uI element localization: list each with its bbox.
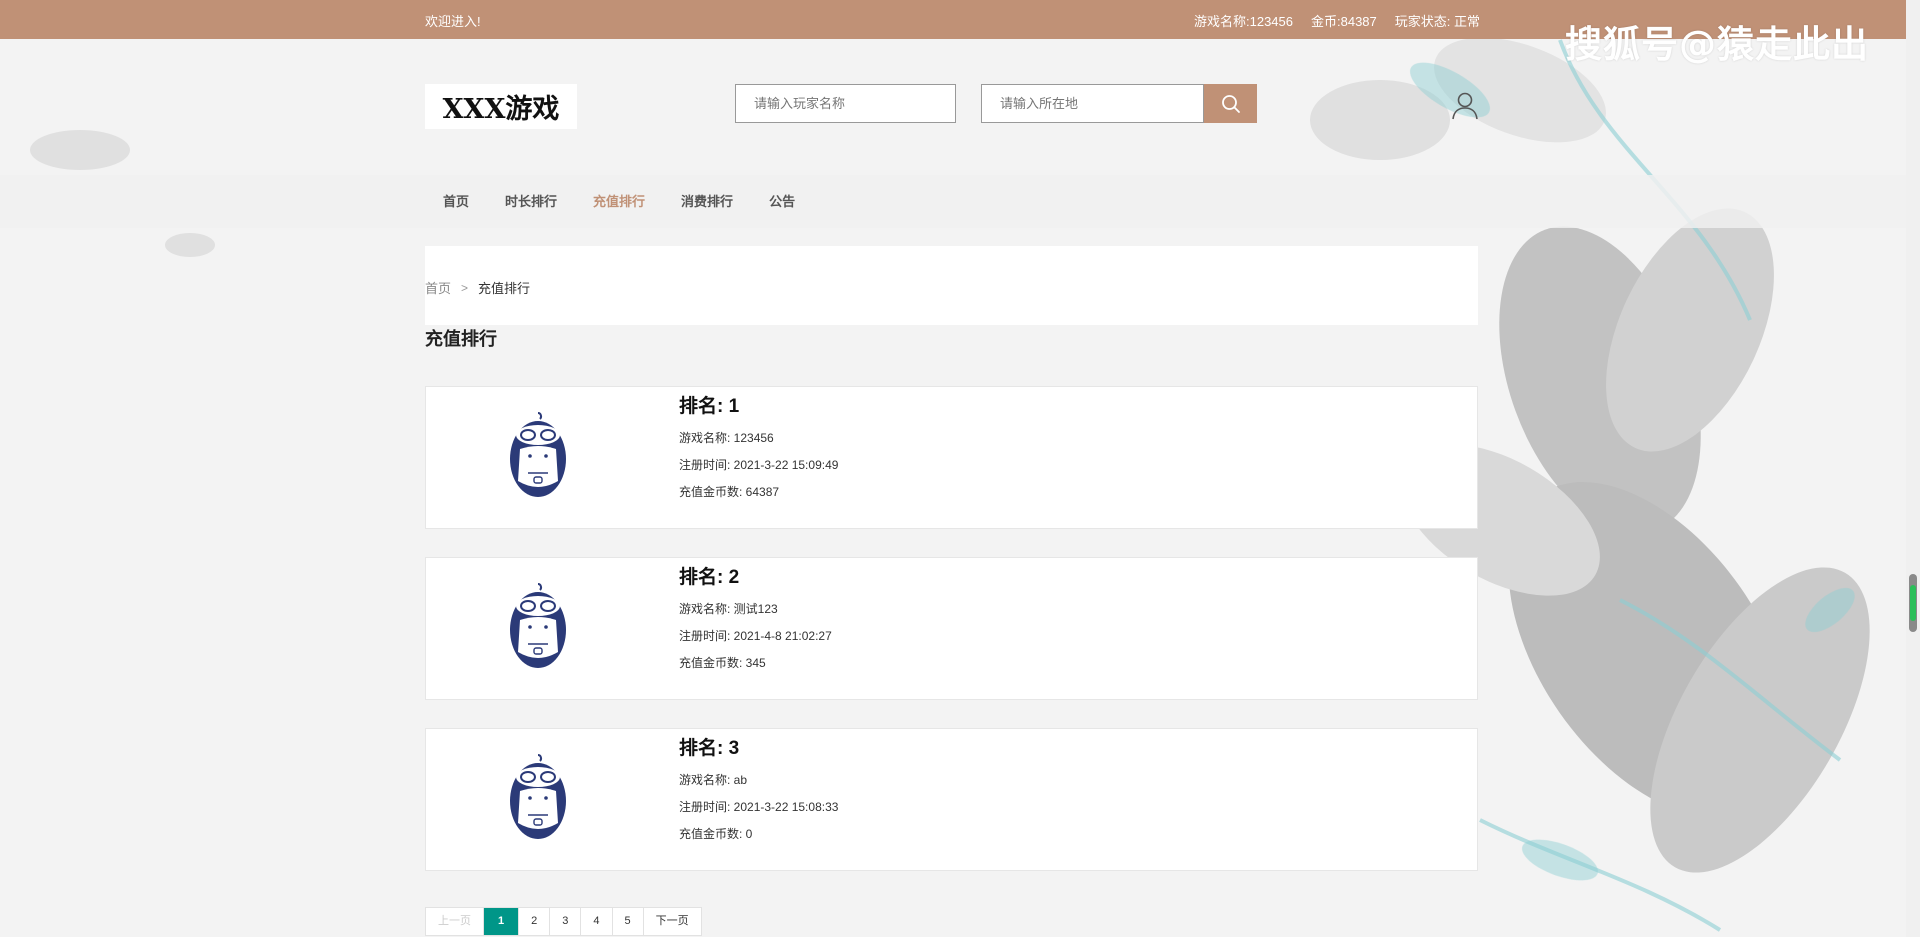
page-button-1[interactable]: 1 — [484, 908, 520, 935]
recharge-coins: 充值金币数: 345 — [679, 656, 766, 670]
prev-page-button[interactable]: 上一页 — [426, 908, 484, 935]
player-card[interactable]: 排名: 3 游戏名称: ab 注册时间: 2021-3-22 15:08:33 … — [425, 728, 1478, 871]
page-button-3[interactable]: 3 — [550, 908, 582, 935]
monkey-avatar-icon — [510, 583, 566, 668]
game-name: 游戏名称: ab — [679, 773, 748, 787]
page-button-2[interactable]: 2 — [519, 908, 551, 935]
nav-home[interactable]: 首页 — [425, 175, 487, 228]
game-name-text: 游戏名称:123456 — [1194, 14, 1293, 29]
register-time: 注册时间: 2021-3-22 15:09:49 — [679, 458, 839, 472]
main-nav: 首页 时长排行 充值排行 消费排行 公告 — [0, 175, 1920, 228]
page-title: 充值排行 — [425, 329, 497, 349]
nav-recharge-ranking[interactable]: 充值排行 — [575, 175, 663, 228]
register-time: 注册时间: 2021-4-8 21:02:27 — [679, 629, 832, 643]
monkey-avatar-icon — [510, 754, 566, 839]
register-time: 注册时间: 2021-3-22 15:08:33 — [679, 800, 839, 814]
breadcrumb: 首页 > 充值排行 — [425, 246, 1478, 325]
pagination: 上一页 1 2 3 4 5 下一页 — [425, 907, 702, 936]
scrollbar-indicator — [1910, 585, 1916, 621]
welcome-text: 欢迎进入! — [425, 14, 481, 29]
breadcrumb-separator: > — [461, 280, 469, 295]
player-card[interactable]: 排名: 2 游戏名称: 测试123 注册时间: 2021-4-8 21:02:2… — [425, 557, 1478, 700]
player-card[interactable]: 排名: 1 游戏名称: 123456 注册时间: 2021-3-22 15:09… — [425, 386, 1478, 529]
breadcrumb-current: 充值排行 — [478, 281, 531, 296]
rank-label: 排名: 2 — [679, 567, 740, 588]
player-status-text: 玩家状态: 正常 — [1394, 14, 1480, 29]
location-search-input[interactable] — [981, 84, 1204, 123]
search-icon — [1221, 94, 1240, 113]
rank-label: 排名: 1 — [679, 396, 740, 417]
page-button-4[interactable]: 4 — [581, 908, 613, 935]
site-logo[interactable]: XXX游戏 — [425, 84, 577, 129]
recharge-coins: 充值金币数: 64387 — [679, 485, 780, 499]
monkey-avatar-icon — [510, 412, 566, 497]
nav-announcement[interactable]: 公告 — [751, 175, 813, 228]
player-name-search-input[interactable] — [735, 84, 956, 123]
vertical-scrollbar[interactable] — [1906, 0, 1920, 937]
next-page-button[interactable]: 下一页 — [644, 908, 701, 935]
watermark: 搜狐号@猿走此出 — [1565, 23, 1869, 66]
coins-text: 金币:84387 — [1311, 14, 1377, 29]
search-button[interactable] — [1204, 84, 1257, 123]
nav-consumption-ranking[interactable]: 消费排行 — [663, 175, 751, 228]
game-name: 游戏名称: 123456 — [679, 431, 774, 445]
user-icon[interactable] — [1450, 91, 1480, 121]
recharge-coins: 充值金币数: 0 — [679, 827, 753, 841]
nav-duration-ranking[interactable]: 时长排行 — [487, 175, 575, 228]
page-button-5[interactable]: 5 — [613, 908, 644, 935]
rank-label: 排名: 3 — [679, 738, 740, 759]
breadcrumb-home-link[interactable]: 首页 — [425, 278, 451, 297]
player-info: 游戏名称:123456 金币:84387 玩家状态: 正常 — [1194, 11, 1480, 30]
game-name: 游戏名称: 测试123 — [679, 602, 778, 616]
